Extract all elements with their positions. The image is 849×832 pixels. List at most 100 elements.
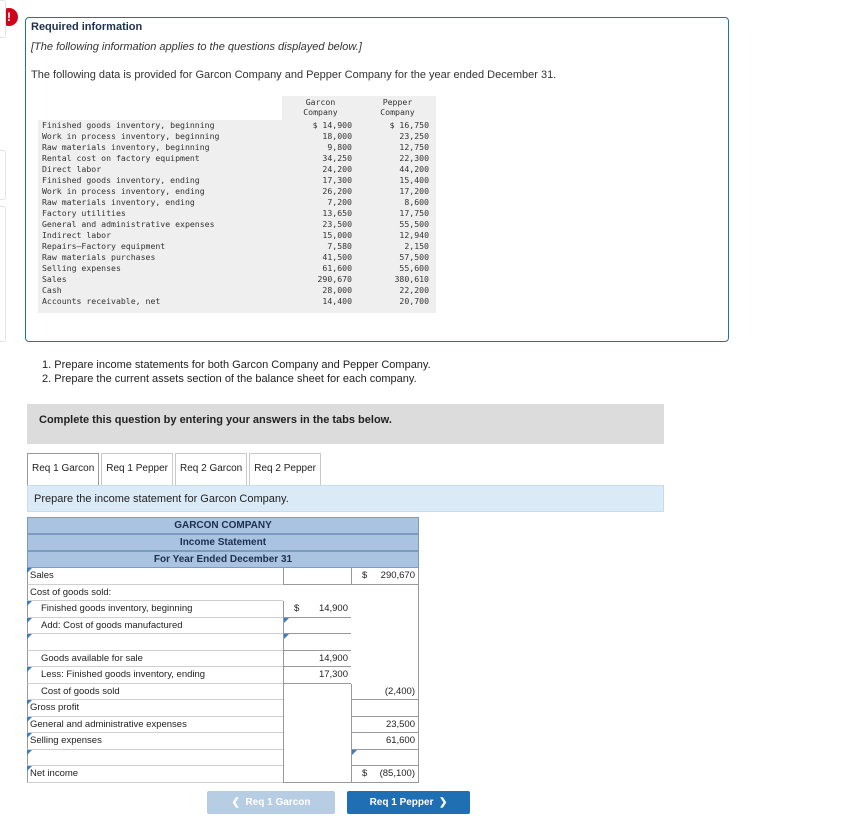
- data-table-row: Raw materials inventory, beginning 9,800 1…: [38, 142, 436, 153]
- pepper-value: 55,500: [399, 219, 429, 229]
- blank-cell: [351, 617, 419, 634]
- tab-req-1-pepper[interactable]: Req 1 Pepper: [101, 453, 173, 485]
- data-table-row: Work in process inventory, beginning 18,0…: [38, 131, 436, 142]
- statement-title: Income Statement: [27, 534, 419, 551]
- required-information-title: Required information: [31, 21, 143, 33]
- row-label: Accounts receivable, net: [42, 296, 161, 306]
- blank-cell: [351, 601, 419, 618]
- chevron-left-icon: ❮: [231, 797, 240, 808]
- amount-input[interactable]: 23,500: [351, 716, 419, 733]
- side-tab[interactable]: [0, 0, 6, 38]
- statement-row-add-cogm: Add: Cost of goods manufactured: [27, 617, 419, 634]
- statement-row-available: Goods available for sale 14,900: [27, 650, 419, 667]
- row-label: Repairs—Factory equipment: [42, 241, 166, 251]
- data-table-header: Garcon Company Pepper Company: [38, 96, 436, 120]
- garcon-value: 34,250: [322, 153, 352, 163]
- amount-input[interactable]: [351, 749, 419, 766]
- statement-row-cogs-header: Cost of goods sold:: [27, 584, 419, 601]
- tab-req-2-pepper[interactable]: Req 2 Pepper: [249, 453, 321, 485]
- amount-input[interactable]: [283, 634, 351, 651]
- row-label[interactable]: Net income: [27, 766, 283, 783]
- statement-row-blank: [27, 749, 419, 766]
- row-label: Raw materials purchases: [42, 252, 156, 262]
- amount-input[interactable]: (2,400): [351, 683, 419, 700]
- garcon-value: 7,580: [327, 241, 352, 251]
- prev-button[interactable]: ❮ Req 1 Garcon: [207, 791, 335, 814]
- income-statement: GARCON COMPANY Income Statement For Year…: [27, 517, 419, 783]
- row-label[interactable]: [27, 749, 283, 766]
- garcon-value: 14,400: [322, 296, 352, 306]
- instruction-1: 1. Prepare income statements for both Ga…: [42, 359, 431, 371]
- chevron-right-icon: ❯: [439, 797, 448, 808]
- statement-row-net-income: Net income $ (85,100): [27, 766, 419, 783]
- row-label[interactable]: Gross profit: [27, 700, 283, 717]
- statement-row-sales: Sales $290,670: [27, 568, 419, 585]
- pepper-value: 380,610: [394, 274, 429, 284]
- tab-prompt: Prepare the income statement for Garcon …: [27, 485, 664, 512]
- next-button[interactable]: Req 1 Pepper ❯: [347, 791, 470, 814]
- blank-cell: [283, 700, 351, 717]
- amount-input[interactable]: $ (85,100): [351, 766, 419, 783]
- pepper-value: 12,940: [399, 230, 429, 240]
- amount-input[interactable]: [283, 568, 351, 585]
- row-label: Cash: [42, 285, 62, 295]
- row-label: Cost of goods sold:: [27, 584, 283, 601]
- side-tab[interactable]: [0, 206, 6, 342]
- row-label: Raw materials inventory, beginning: [42, 142, 210, 152]
- data-table-row: Finished goods inventory, ending 17,300 15…: [38, 175, 436, 186]
- row-label: Selling expenses: [42, 263, 121, 273]
- pepper-value: 22,300: [399, 153, 429, 163]
- amount-input[interactable]: [283, 617, 351, 634]
- pepper-value: 44,200: [399, 164, 429, 174]
- pepper-value: $ 16,750: [389, 120, 429, 130]
- data-table-row: Repairs—Factory equipment 7,580 2,150: [38, 241, 436, 252]
- row-label[interactable]: [27, 634, 283, 651]
- blank-cell: [283, 766, 351, 783]
- statement-row-cogs: Cost of goods sold (2,400): [27, 683, 419, 700]
- garcon-value: 26,200: [322, 186, 352, 196]
- data-table-row: Selling expenses 61,600 55,600: [38, 263, 436, 274]
- amount-input[interactable]: $14,900: [283, 601, 351, 618]
- garcon-value: 24,200: [322, 164, 352, 174]
- amount-input[interactable]: $290,670: [351, 568, 419, 585]
- data-table-row: Raw materials purchases 41,500 57,500: [38, 252, 436, 263]
- side-tab[interactable]: [0, 150, 6, 200]
- tab-req-1-garcon[interactable]: Req 1 Garcon: [27, 453, 100, 485]
- amount-input[interactable]: [351, 700, 419, 717]
- amount-input[interactable]: 14,900: [283, 650, 351, 667]
- pepper-column-header: Pepper Company: [380, 97, 415, 117]
- statement-row-fg-beginning: Finished goods inventory, beginning $14,…: [27, 601, 419, 618]
- data-table-row: Indirect labor 15,000 12,940: [38, 230, 436, 241]
- garcon-value: 23,500: [322, 219, 352, 229]
- garcon-value: 9,800: [327, 142, 352, 152]
- row-label[interactable]: Selling expenses: [27, 733, 283, 750]
- row-label: Work in process inventory, ending: [42, 186, 205, 196]
- tab-req-2-garcon[interactable]: Req 2 Garcon: [174, 453, 248, 485]
- garcon-value: $ 14,900: [312, 120, 352, 130]
- row-label: Direct labor: [42, 164, 102, 174]
- row-label[interactable]: General and administrative expenses: [27, 716, 283, 733]
- question-instructions: 1. Prepare income statements for both Ga…: [42, 358, 431, 386]
- row-label[interactable]: Finished goods inventory, beginning: [27, 601, 283, 618]
- row-label: General and administrative expenses: [42, 219, 215, 229]
- row-label[interactable]: Less: Finished goods inventory, ending: [27, 667, 283, 684]
- instruction-2: 2. Prepare the current assets section of…: [42, 373, 417, 385]
- row-label: Factory utilities: [42, 208, 126, 218]
- amount-input[interactable]: 61,600: [351, 733, 419, 750]
- row-label[interactable]: Add: Cost of goods manufactured: [27, 617, 283, 634]
- statement-row-selling: Selling expenses 61,600: [27, 733, 419, 750]
- garcon-value: 28,000: [322, 285, 352, 295]
- amount-input[interactable]: 17,300: [283, 667, 351, 684]
- pepper-value: 17,750: [399, 208, 429, 218]
- garcon-value: 15,000: [322, 230, 352, 240]
- row-label: Rental cost on factory equipment: [42, 153, 200, 163]
- applies-note: [The following information applies to th…: [31, 41, 362, 53]
- row-label: Finished goods inventory, ending: [42, 175, 200, 185]
- blank-cell: [351, 650, 419, 667]
- statement-company-name: GARCON COMPANY: [27, 517, 419, 534]
- company-data-table: Garcon Company Pepper Company Finished g…: [38, 96, 436, 313]
- row-label[interactable]: Sales: [27, 568, 283, 585]
- intro-text: The following data is provided for Garco…: [31, 69, 557, 81]
- blank-cell: [283, 749, 351, 766]
- garcon-value: 17,300: [322, 175, 352, 185]
